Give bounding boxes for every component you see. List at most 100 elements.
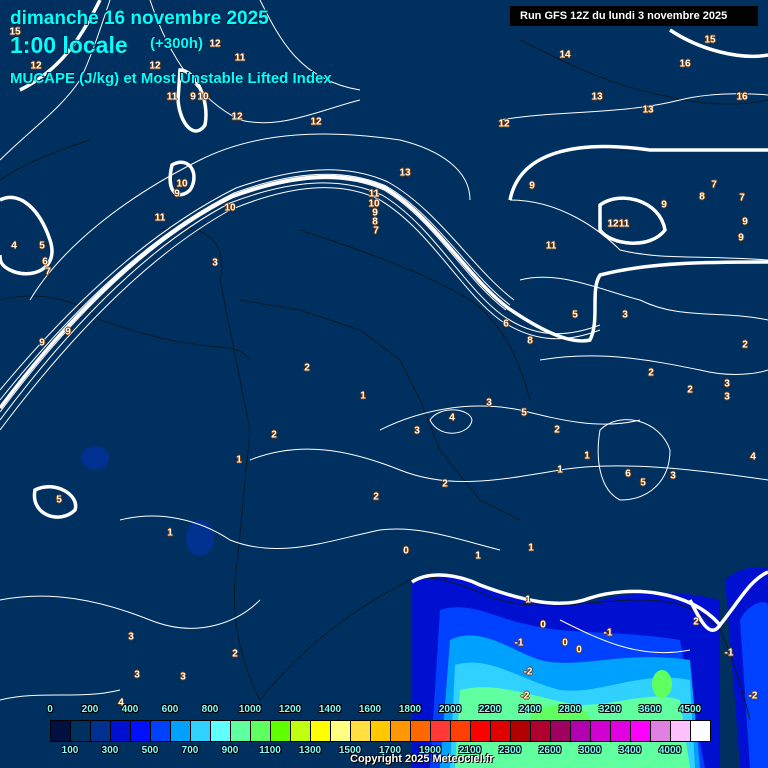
lifted-index-label: 1 (557, 464, 563, 476)
lifted-index-label: 9 (190, 91, 196, 103)
colorbar-cell (371, 721, 391, 741)
colorbar-cell (631, 721, 651, 741)
parameter-title: MUCAPE (J/kg) et Most Unstable Lifted In… (10, 70, 332, 87)
lifted-index-label: 5 (521, 407, 527, 419)
lifted-index-label: 2 (554, 424, 560, 436)
lifted-index-label: 1 (528, 542, 534, 554)
lifted-index-label: 3 (128, 631, 134, 643)
lifted-index-label: 3 (724, 378, 730, 390)
lifted-index-label: 7 (45, 266, 51, 278)
colorbar-tick-label: 1300 (298, 745, 322, 756)
lifted-index-label: 1 (236, 454, 242, 466)
lifted-index-label: 13 (642, 104, 654, 116)
colorbar-cell (571, 721, 591, 741)
colorbar-tick-label: 2800 (558, 704, 582, 715)
colorbar-tick-label: 3200 (598, 704, 622, 715)
lifted-index-label: 3 (180, 671, 186, 683)
lifted-index-label: -1 (514, 637, 524, 649)
lifted-index-label: 11 (618, 218, 630, 230)
lifted-index-label: 11 (545, 240, 557, 252)
colorbar-cell (351, 721, 371, 741)
lifted-index-label: 2 (687, 384, 693, 396)
lifted-index-label: 0 (576, 644, 582, 656)
lifted-index-label: 4 (11, 240, 17, 252)
cape-colorbar (50, 720, 711, 742)
run-info: Run GFS 12Z du lundi 3 novembre 2025 (510, 6, 758, 26)
colorbar-cell (551, 721, 571, 741)
lifted-index-label: -1 (603, 627, 613, 639)
colorbar-tick-label: 1000 (238, 704, 262, 715)
lifted-index-label: 9 (742, 216, 748, 228)
lifted-index-label: 9 (65, 326, 71, 338)
lifted-index-label: -2 (748, 690, 758, 702)
lifted-index-label: 10 (197, 91, 209, 103)
colorbar-tick-label: 2200 (478, 704, 502, 715)
lifted-index-label: 13 (591, 91, 603, 103)
colorbar-cell (91, 721, 111, 741)
lifted-index-label: 1 (584, 450, 590, 462)
colorbar-cell (311, 721, 331, 741)
colorbar-tick-label: 3000 (578, 745, 602, 756)
colorbar-tick-label: 400 (121, 704, 139, 715)
copyright: Copyright 2025 Meteociel.fr (350, 753, 494, 765)
lifted-index-label: 2 (232, 648, 238, 660)
colorbar-tick-label: 0 (47, 704, 53, 715)
lifted-index-label: 16 (679, 58, 691, 70)
colorbar-tick-label: 3600 (638, 704, 662, 715)
colorbar-tick-label: 2000 (438, 704, 462, 715)
colorbar-cell (431, 721, 451, 741)
colorbar-cell (651, 721, 671, 741)
colorbar-tick-label: 2600 (538, 745, 562, 756)
colorbar-tick-label: 1800 (398, 704, 422, 715)
lifted-index-label: 2 (693, 616, 699, 628)
lifted-index-label: 13 (399, 167, 411, 179)
lifted-index-label: 8 (699, 191, 705, 203)
lifted-index-label: -2 (520, 690, 530, 702)
colorbar-cell (331, 721, 351, 741)
colorbar-tick-label: 1100 (259, 745, 281, 756)
lifted-index-label: 1 (167, 527, 173, 539)
colorbar-tick-label: 900 (221, 745, 239, 756)
lifted-index-label: 2 (304, 362, 310, 374)
colorbar-cell (51, 721, 71, 741)
colorbar-cell (291, 721, 311, 741)
lifted-index-label: 1 (360, 390, 366, 402)
lifted-index-label: 4 (449, 412, 455, 424)
lifted-index-label: 6 (625, 468, 631, 480)
lifted-index-label: 16 (736, 91, 748, 103)
colorbar-tick-label: 300 (101, 745, 119, 756)
lifted-index-label: 3 (622, 309, 628, 321)
colorbar-cell (691, 721, 710, 741)
lifted-index-label: 12 (209, 38, 221, 50)
lifted-index-label: 2 (271, 429, 277, 441)
colorbar-cell (131, 721, 151, 741)
lifted-index-label: 7 (739, 192, 745, 204)
lifted-index-label: 5 (640, 477, 646, 489)
colorbar-cell (531, 721, 551, 741)
lifted-index-label: -2 (523, 666, 533, 678)
lifted-index-label: 12 (231, 111, 243, 123)
colorbar-cell (671, 721, 691, 741)
lifted-index-label: 11 (234, 52, 246, 64)
colorbar-tick-label: 1600 (358, 704, 382, 715)
lifted-index-label: 2 (648, 367, 654, 379)
lifted-index-label: 12 (607, 218, 619, 230)
lifted-index-label: 11 (166, 91, 178, 103)
lifted-index-label: 3 (212, 257, 218, 269)
colorbar-cell (111, 721, 131, 741)
lifted-index-label: 6 (503, 318, 509, 330)
lifted-index-label: 5 (39, 240, 45, 252)
colorbar-cell (271, 721, 291, 741)
lifted-index-label: 3 (486, 397, 492, 409)
lifted-index-label: 3 (670, 470, 676, 482)
lifted-index-label: 15 (704, 34, 716, 46)
lifted-index-label: 9 (661, 199, 667, 211)
lifted-index-label: 3 (414, 425, 420, 437)
lifted-index-label: 9 (529, 180, 535, 192)
colorbar-tick-label: 200 (81, 704, 99, 715)
lifted-index-label: 10 (224, 202, 236, 214)
colorbar-tick-label: 1200 (278, 704, 302, 715)
lifted-index-label: 3 (134, 669, 140, 681)
lifted-index-label: 7 (373, 225, 379, 237)
colorbar-tick-label: 600 (161, 704, 179, 715)
